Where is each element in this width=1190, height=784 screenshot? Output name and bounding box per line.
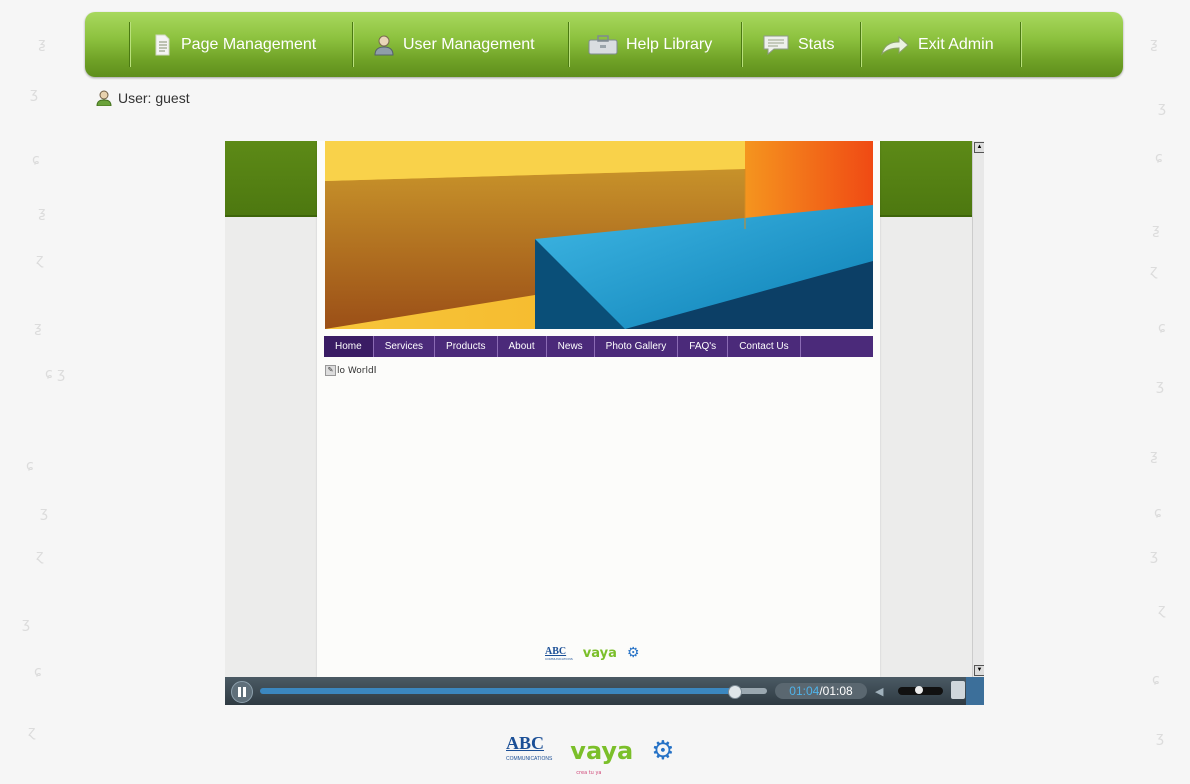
nav-label: Stats [798,35,835,53]
site-nav-photo-gallery[interactable]: Photo Gallery [595,336,679,357]
gears-icon: ⚙ [626,645,640,661]
arrow-icon [880,34,910,56]
site-nav-contact-us[interactable]: Contact Us [728,336,801,357]
site-nav-services[interactable]: Services [374,336,436,357]
gears-icon: ⚙ [651,736,675,766]
seek-bar[interactable] [260,688,765,694]
player-controls: 01:04/01:08 ◀ [225,677,984,705]
fullscreen-button[interactable] [951,681,965,699]
scroll-up-icon[interactable]: ▲ [974,142,984,153]
page-content-text: ✎ lo WorldI [325,365,377,376]
nav-label: Exit Admin [918,35,994,53]
vaya-logo-subtext: crea tu ya [576,770,602,776]
site-banner-image [325,141,873,329]
nav-stats[interactable]: Stats [762,12,834,77]
nav-page-management[interactable]: Page Management [151,12,316,77]
nav-separator [352,22,353,67]
user-icon [373,34,395,56]
pause-button[interactable] [231,681,253,703]
nav-separator [568,22,569,67]
admin-nav-bar: Page Management User Management Help Lib… [85,12,1123,77]
site-nav-faqs[interactable]: FAQ's [678,336,729,357]
seek-bar-progress [260,688,735,694]
abc-logo: ABC COMMUNICATIONS [506,733,553,767]
vaya-logo: vaya crea tu ya [570,737,634,776]
footer-logos: ABC COMMUNICATIONS vaya crea tu ya ⚙ [506,733,675,776]
page-icon [151,34,173,56]
nav-separator [741,22,742,67]
vaya-logo-text: vaya [582,645,617,661]
user-icon [96,90,112,107]
abc-logo-text: ABC [545,645,567,657]
current-time: 01:04 [789,684,820,698]
chat-icon [762,34,790,56]
video-footer-logos: ABC COMMUNICATIONS vaya ⚙ [545,645,639,661]
seek-handle[interactable] [728,685,742,699]
current-user: User: guest [96,90,190,107]
vaya-logo-text: vaya [570,737,634,765]
nav-user-management[interactable]: User Management [373,12,535,77]
abc-logo: ABC COMMUNICATIONS [545,646,573,661]
time-display: 01:04/01:08 [775,683,867,699]
site-nav-home[interactable]: Home [324,336,374,357]
site-left-margin [225,217,317,677]
video-page-scrollbar[interactable]: ▲ ▼ [972,141,984,677]
vaya-logo: vaya [583,646,617,661]
nav-separator [1020,22,1021,67]
abc-logo-text: ABC [506,733,545,753]
volume-handle[interactable] [915,686,923,694]
content-text: lo World [337,366,374,376]
tutorial-video-player[interactable]: Home Services Products About News Photo … [225,141,984,705]
nav-exit-admin[interactable]: Exit Admin [880,12,994,77]
nav-label: User Management [403,35,535,53]
nav-separator [860,22,861,67]
site-navigation: Home Services Products About News Photo … [324,336,873,357]
total-time: 01:08 [822,684,853,698]
abc-logo-subtext: COMMUNICATIONS [506,756,553,762]
nav-separator [129,22,130,67]
player-edge [966,677,984,705]
site-right-margin [880,217,972,677]
site-nav-about[interactable]: About [498,336,547,357]
nav-label: Help Library [626,35,713,53]
user-label: User: guest [118,90,190,106]
site-nav-products[interactable]: Products [435,336,498,357]
text-cursor-icon: I [373,365,377,376]
abc-logo-subtext: COMMUNICATIONS [545,656,573,661]
edit-icon: ✎ [325,365,336,376]
site-nav-news[interactable]: News [547,336,595,357]
briefcase-icon [588,34,618,56]
scroll-down-icon[interactable]: ▼ [974,665,984,676]
volume-icon[interactable]: ◀ [875,685,883,698]
nav-help-library[interactable]: Help Library [588,12,712,77]
nav-label: Page Management [181,35,317,53]
